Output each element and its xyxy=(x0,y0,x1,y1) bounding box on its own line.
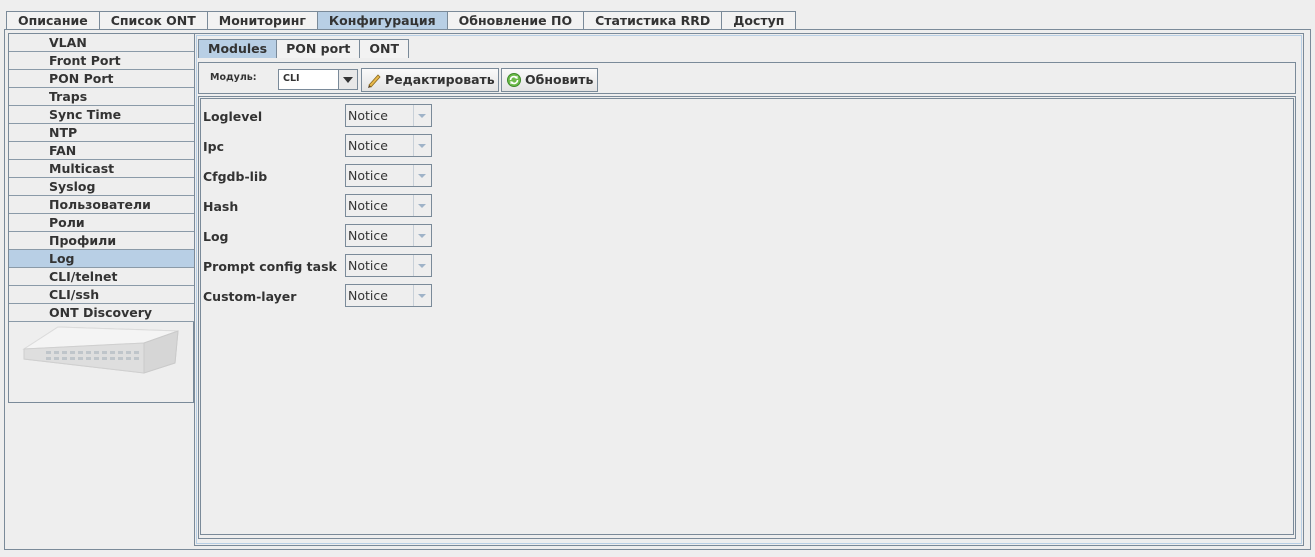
module-select-value: CLI xyxy=(283,73,300,84)
refresh-button-label: Обновить xyxy=(525,72,594,87)
log-level-value: Notice xyxy=(348,228,388,243)
tab-modules[interactable]: Modules xyxy=(198,39,278,58)
chevron-down-icon[interactable] xyxy=(413,285,431,306)
log-row-label-hash: Hash xyxy=(203,199,239,214)
tab-monitoring[interactable]: Мониторинг xyxy=(206,11,318,30)
log-level-value: Notice xyxy=(348,258,388,273)
tab-ont[interactable]: ONT xyxy=(359,39,409,58)
log-level-select-loglevel[interactable]: Notice xyxy=(345,104,432,127)
edit-button-label: Редактировать xyxy=(385,72,495,87)
sidebar-item-sync-time[interactable]: Sync Time xyxy=(9,106,194,124)
log-row-label-loglevel: Loglevel xyxy=(203,109,263,124)
olt-device-image xyxy=(22,326,179,374)
sidebar-item-log[interactable]: Log xyxy=(9,250,194,268)
log-level-select-ipc[interactable]: Notice xyxy=(345,134,432,157)
chevron-down-icon[interactable] xyxy=(413,225,431,246)
sidebar-item-cli-telnet[interactable]: CLI/telnet xyxy=(9,268,194,286)
log-row-label-ipc: Ipc xyxy=(203,139,225,154)
chevron-down-icon[interactable] xyxy=(413,195,431,216)
chevron-down-icon[interactable] xyxy=(413,135,431,156)
sidebar-item-users[interactable]: Пользователи xyxy=(9,196,194,214)
log-level-select-log[interactable]: Notice xyxy=(345,224,432,247)
sidebar-item-syslog[interactable]: Syslog xyxy=(9,178,194,196)
sidebar-item-multicast[interactable]: Multicast xyxy=(9,160,194,178)
edit-button[interactable]: Редактировать xyxy=(361,68,499,92)
log-level-select-cfgdb-lib[interactable]: Notice xyxy=(345,164,432,187)
log-level-value: Notice xyxy=(348,288,388,303)
pencil-icon xyxy=(366,72,382,88)
sidebar-item-fan[interactable]: FAN xyxy=(9,142,194,160)
sidebar-item-roles[interactable]: Роли xyxy=(9,214,194,232)
tab-ont-list[interactable]: Список ONT xyxy=(98,11,208,30)
log-level-value: Notice xyxy=(348,168,388,183)
log-level-select-prompt-config-task[interactable]: Notice xyxy=(345,254,432,277)
chevron-down-icon[interactable] xyxy=(413,255,431,276)
tab-pon-port[interactable]: PON port xyxy=(276,39,361,58)
sidebar-item-traps[interactable]: Traps xyxy=(9,88,194,106)
sub-tab-bar: Modules PON port ONT xyxy=(198,39,409,58)
log-level-value: Notice xyxy=(348,198,388,213)
tab-firmware-update[interactable]: Обновление ПО xyxy=(446,11,585,30)
refresh-button[interactable]: Обновить xyxy=(501,68,598,92)
chevron-down-icon[interactable] xyxy=(413,165,431,186)
module-select[interactable]: CLI xyxy=(278,69,358,90)
tab-configuration[interactable]: Конфигурация xyxy=(316,11,448,30)
top-tab-bar: Описание Список ONT Мониторинг Конфигура… xyxy=(6,11,797,30)
sidebar-item-profiles[interactable]: Профили xyxy=(9,232,194,250)
log-row-label-custom-layer: Custom-layer xyxy=(203,289,297,304)
tab-access[interactable]: Доступ xyxy=(721,11,797,30)
chevron-down-icon[interactable] xyxy=(413,105,431,126)
tab-rrd-statistics[interactable]: Статистика RRD xyxy=(583,11,723,30)
sidebar-item-ntp[interactable]: NTP xyxy=(9,124,194,142)
log-level-select-hash[interactable]: Notice xyxy=(345,194,432,217)
sidebar-item-pon-port[interactable]: PON Port xyxy=(9,70,194,88)
tab-description[interactable]: Описание xyxy=(6,11,100,30)
module-label: Модуль: xyxy=(210,72,257,83)
log-row-label-cfgdb-lib: Cfgdb-lib xyxy=(203,169,268,184)
log-level-value: Notice xyxy=(348,138,388,153)
log-row-label-log: Log xyxy=(203,229,229,244)
chevron-down-icon[interactable] xyxy=(338,70,357,89)
log-level-select-custom-layer[interactable]: Notice xyxy=(345,284,432,307)
refresh-icon xyxy=(506,72,522,88)
log-level-value: Notice xyxy=(348,108,388,123)
sidebar-item-vlan[interactable]: VLAN xyxy=(9,34,194,52)
sidebar-item-front-port[interactable]: Front Port xyxy=(9,52,194,70)
log-row-label-prompt-config-task: Prompt config task xyxy=(203,259,337,274)
